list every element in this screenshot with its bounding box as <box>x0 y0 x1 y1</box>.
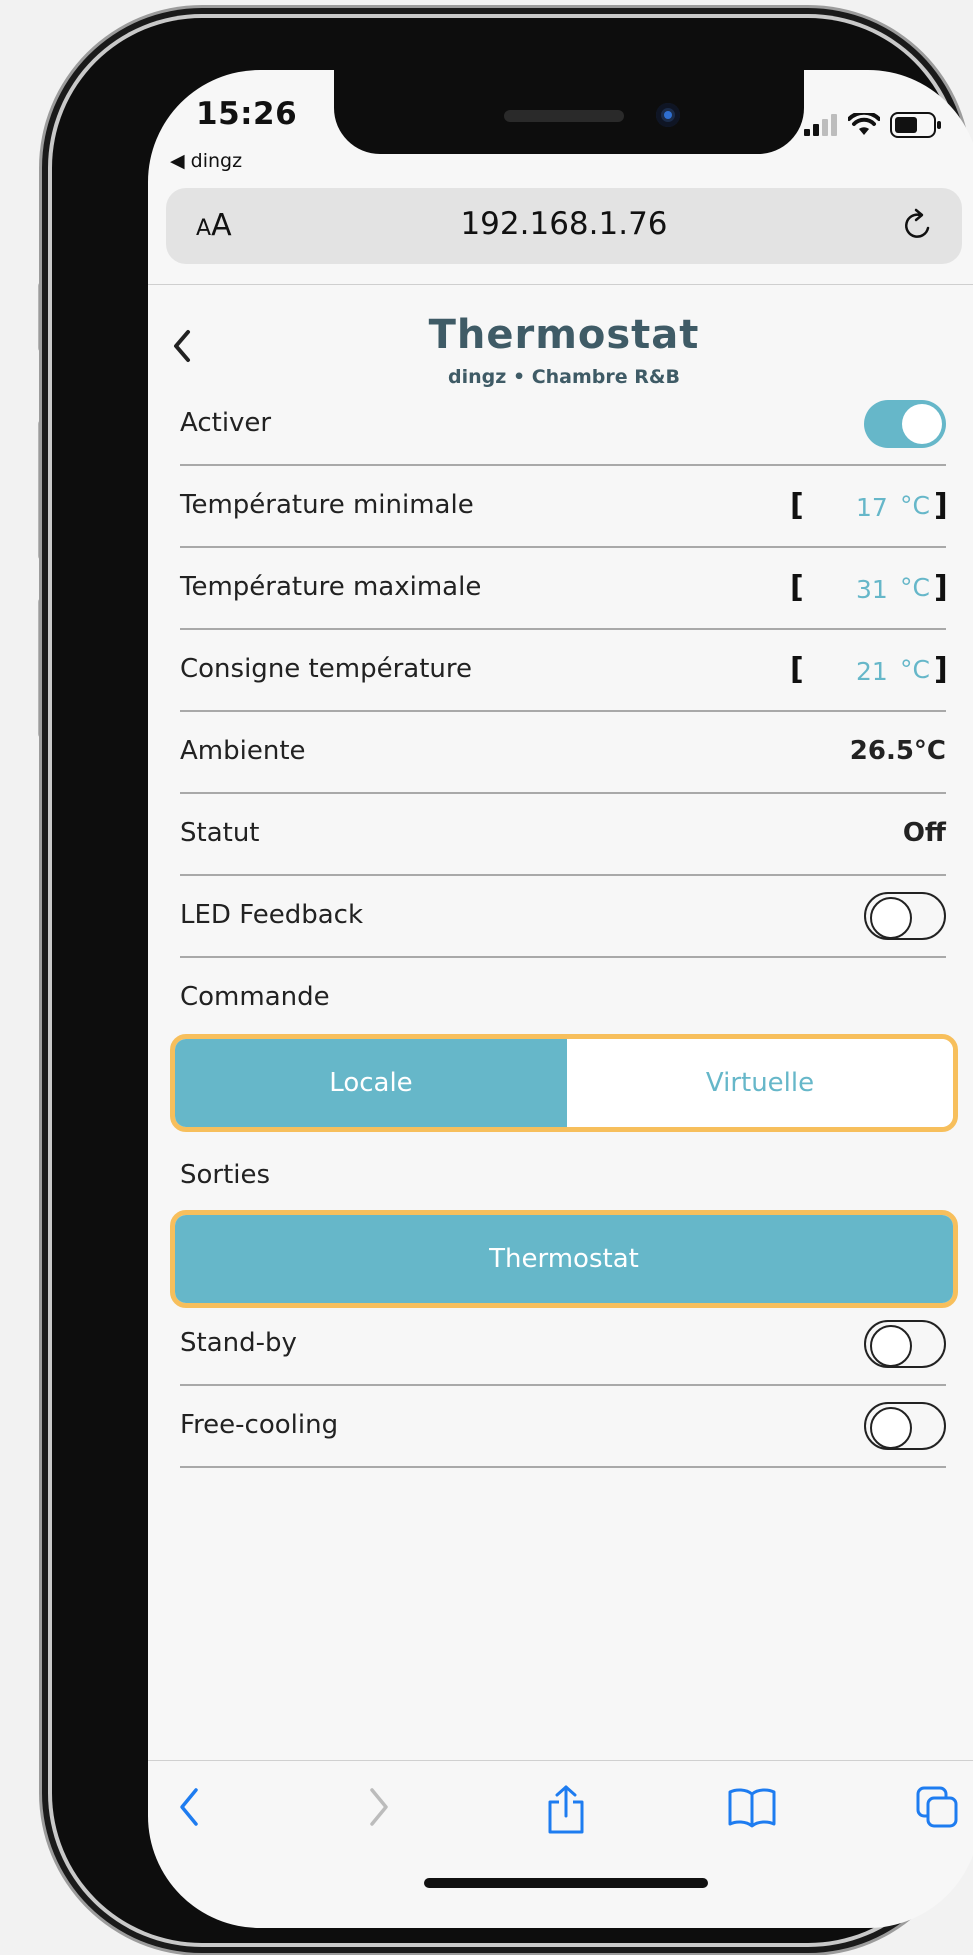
standby-toggle[interactable] <box>864 1320 946 1368</box>
free-cooling-label: Free-cooling <box>180 1410 339 1440</box>
sorties-label: Sorties <box>180 1160 271 1190</box>
led-feedback-label: LED Feedback <box>180 900 364 930</box>
commande-label: Commande <box>180 982 330 1012</box>
page-title: Thermostat <box>428 312 700 358</box>
status-time: 15:26 <box>196 96 298 132</box>
row-free-cooling: Free-cooling <box>180 1386 946 1468</box>
temp-max-unit: °C <box>900 573 930 602</box>
row-consigne: Consigne température [ 21 °C ] <box>180 630 948 712</box>
temp-max-bracket-open: [ <box>790 570 804 605</box>
consigne-input[interactable]: 21 <box>856 657 888 686</box>
status-icons <box>804 112 942 138</box>
temp-max-input[interactable]: 31 <box>856 575 888 604</box>
temp-max-label: Température maximale <box>180 572 482 602</box>
wifi-icon <box>848 113 880 135</box>
commande-virtuelle-button[interactable]: Virtuelle <box>567 1039 953 1127</box>
address-bar[interactable]: AA 192.168.1.76 <box>166 188 962 264</box>
screen: 15:26 ◀ dingz AA 192.168.1.76 Thermostat… <box>148 70 973 1928</box>
toolbar-divider <box>148 1760 973 1761</box>
battery-icon <box>890 112 941 138</box>
standby-label: Stand-by <box>180 1328 297 1358</box>
notch <box>334 70 804 154</box>
forward-icon[interactable] <box>364 1784 394 1830</box>
back-icon[interactable] <box>174 1784 204 1830</box>
led-feedback-toggle[interactable] <box>864 892 946 940</box>
temp-min-input[interactable]: 17 <box>856 493 888 522</box>
statut-value: Off <box>902 818 946 848</box>
reload-icon[interactable] <box>900 206 936 246</box>
temp-min-unit: °C <box>900 491 930 520</box>
temp-min-bracket-close: ] <box>934 488 948 523</box>
volume-up-button <box>38 420 50 560</box>
temp-max-bracket-close: ] <box>934 570 948 605</box>
row-temp-max: Température maximale [ 31 °C ] <box>180 548 948 630</box>
sorties-control: Thermostat <box>170 1210 958 1308</box>
volume-down-button <box>38 598 50 738</box>
sorties-thermostat-button[interactable]: Thermostat <box>175 1215 953 1303</box>
row-standby: Stand-by <box>180 1304 946 1386</box>
ambiente-label: Ambiente <box>180 736 306 766</box>
activer-label: Activer <box>180 408 272 438</box>
statut-label: Statut <box>180 818 260 848</box>
consigne-unit: °C <box>900 655 930 684</box>
consigne-bracket-close: ] <box>934 652 948 687</box>
temp-min-bracket-open: [ <box>790 488 804 523</box>
consigne-bracket-open: [ <box>790 652 804 687</box>
silent-switch <box>38 282 50 352</box>
speaker <box>504 110 624 122</box>
bookmarks-icon[interactable] <box>726 1784 778 1830</box>
share-icon[interactable] <box>544 1784 588 1836</box>
cellular-signal-icon <box>804 114 837 136</box>
back-to-app-link[interactable]: ◀ dingz <box>170 150 242 172</box>
url-text[interactable]: 192.168.1.76 <box>166 206 962 242</box>
row-activer: Activer <box>180 384 946 466</box>
row-statut: Statut Off <box>180 794 946 876</box>
phone-frame: 15:26 ◀ dingz AA 192.168.1.76 Thermostat… <box>52 18 973 1943</box>
row-ambiente: Ambiente 26.5°C <box>180 712 946 794</box>
activer-toggle[interactable] <box>864 400 946 448</box>
consigne-label: Consigne température <box>180 654 472 684</box>
commande-segmented-control: Locale Virtuelle <box>170 1034 958 1132</box>
browser-toolbar <box>148 1770 973 1850</box>
header-divider <box>148 284 973 285</box>
row-temp-min: Température minimale [ 17 °C ] <box>180 466 948 548</box>
home-indicator[interactable] <box>424 1878 708 1888</box>
ambiente-value: 26.5°C <box>849 736 946 766</box>
row-led-feedback: LED Feedback <box>180 876 946 958</box>
temp-min-label: Température minimale <box>180 490 474 520</box>
camera <box>656 103 680 127</box>
free-cooling-toggle[interactable] <box>864 1402 946 1450</box>
tabs-icon[interactable] <box>914 1784 960 1830</box>
commande-locale-button[interactable]: Locale <box>175 1039 567 1127</box>
